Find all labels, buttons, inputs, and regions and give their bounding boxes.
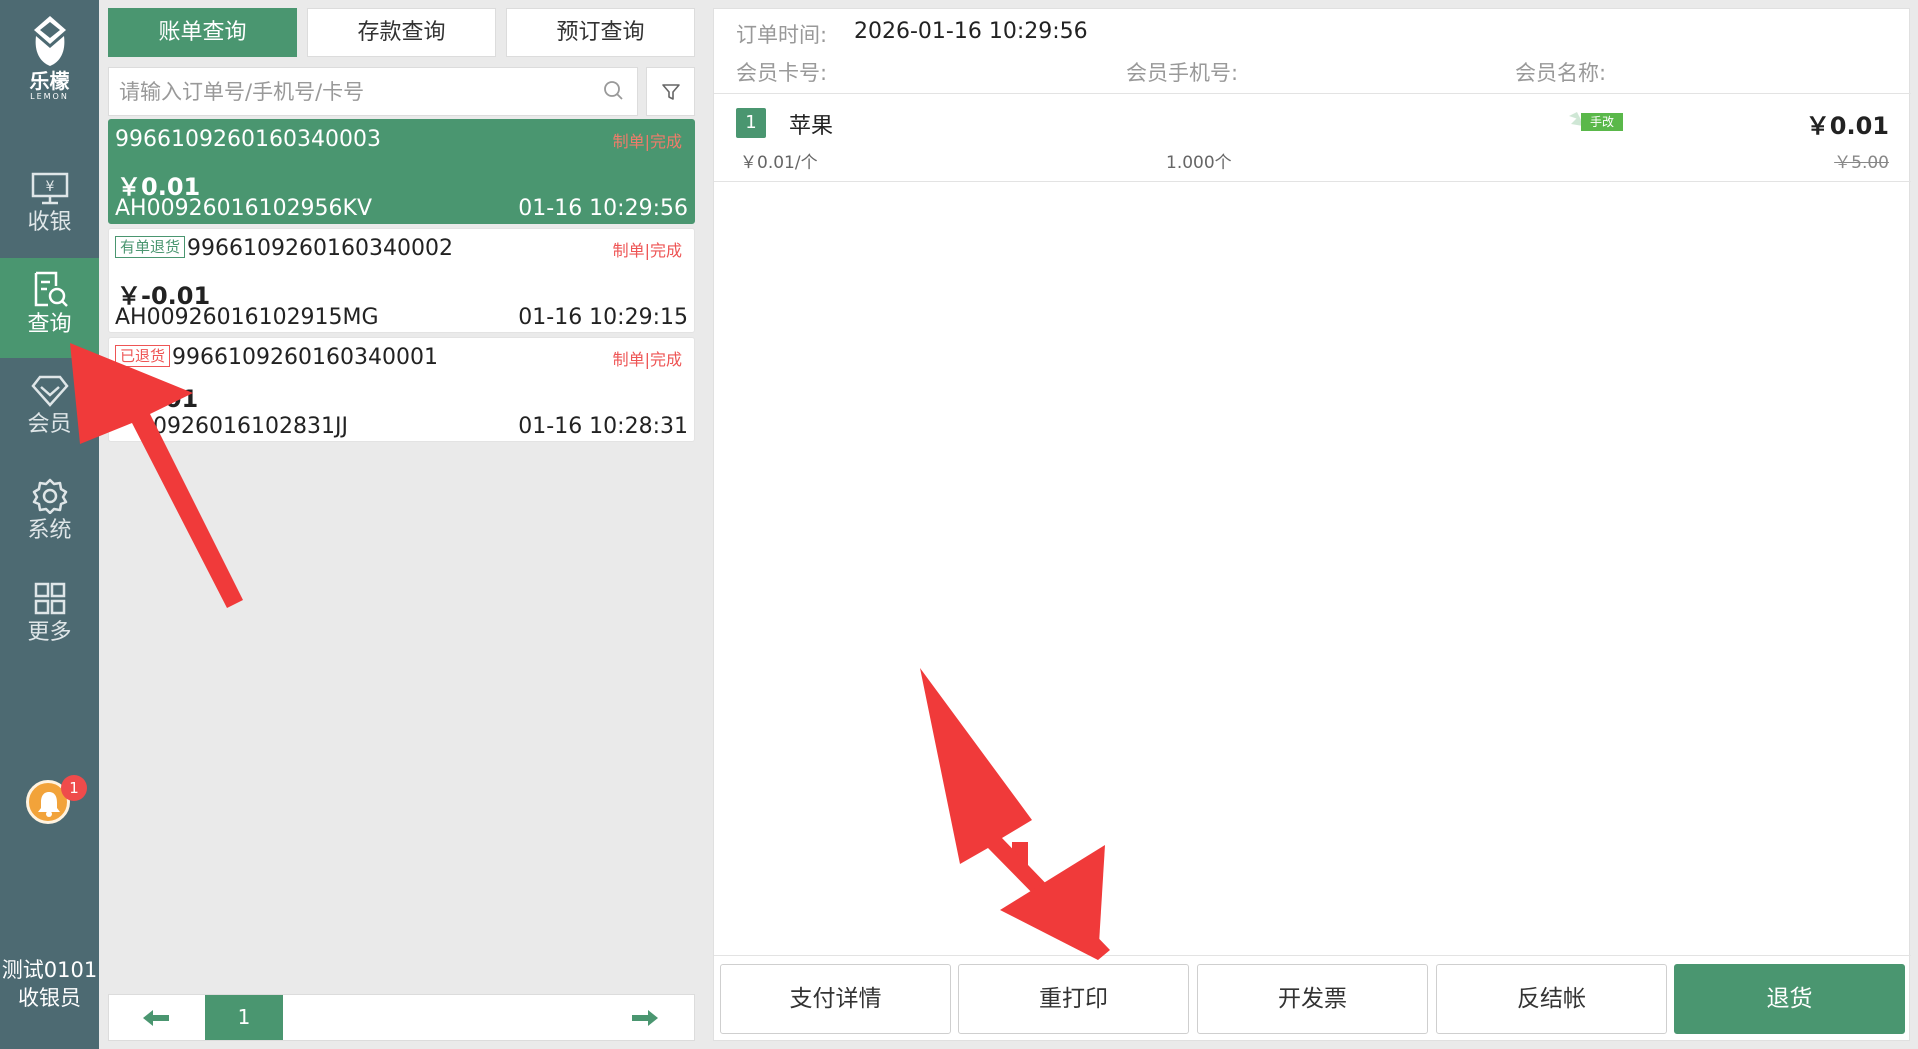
goods-total: ￥0.01 [1805, 112, 1889, 140]
tab-bill-query[interactable]: 账单查询 [108, 8, 297, 57]
order-number-row: 有单退货 9966109260160340002 [115, 235, 453, 263]
goods-quantity: 1.000个 [1166, 153, 1232, 173]
order-time: 01-16 10:28:31 [518, 414, 688, 439]
order-number-row: 已退货 9966109260160340001 [115, 344, 438, 372]
member-card-label: 会员卡号: [736, 61, 828, 85]
current-page[interactable]: 1 [205, 995, 283, 1040]
sidebar-item-label: 收银 [27, 210, 72, 235]
arrow-left-icon [143, 1010, 169, 1026]
member-name-label: 会员名称: [1515, 61, 1607, 85]
lemon-logo-icon [33, 16, 66, 66]
user-name: 测试0101 [1, 958, 98, 982]
grid-icon [34, 582, 65, 615]
sidebar-item-system[interactable]: 系统 [0, 466, 99, 566]
order-time-label: 订单时间: [736, 23, 828, 47]
user-role: 收银员 [18, 986, 81, 1010]
order-item[interactable]: 有单退货 9966109260160340002 制单|完成 ￥-0.01 AH0… [108, 228, 695, 333]
tab-deposit-query[interactable]: 存款查询 [307, 8, 496, 57]
svg-text:¥: ¥ [45, 179, 54, 195]
notification-badge: 1 [61, 775, 87, 801]
cash-register-icon: ¥ [31, 172, 68, 205]
order-status: 制单|完成 [612, 350, 682, 369]
pay-detail-button[interactable]: 支付详情 [720, 964, 951, 1034]
sidebar-item-label: 更多 [27, 620, 72, 645]
sidebar: 乐檬 LEMON ¥ 收银 查询 会员 系统 更多 1 测试0101 收银员 [0, 0, 99, 1049]
returned-badge: 已退货 [115, 345, 171, 367]
sidebar-item-query[interactable]: 查询 [0, 258, 99, 358]
goods-row[interactable]: 1 苹果 手改 ￥0.01 ￥0.01/个 1.000个 ￥5.00 [714, 94, 1911, 182]
divider [714, 955, 1911, 956]
order-number: 9966109260160340002 [187, 236, 453, 261]
filter-icon [662, 84, 680, 100]
sidebar-item-label: 系统 [27, 518, 72, 543]
app-logo: 乐檬 LEMON [0, 14, 99, 114]
order-item[interactable]: 已退货 9966109260160340001 制单|完成 0.01 009260… [108, 337, 695, 442]
order-time: 01-16 10:29:56 [518, 196, 688, 221]
user-info: 测试0101 收银员 [0, 956, 99, 1012]
order-time: 01-16 10:29:15 [518, 305, 688, 330]
member-phone-label: 会员手机号: [1126, 61, 1239, 85]
goods-original-price: ￥5.00 [1834, 153, 1889, 173]
order-code: AH00926016102915MG [115, 305, 379, 330]
filter-button[interactable] [646, 67, 695, 116]
search-icon[interactable] [603, 80, 625, 102]
reprint-button[interactable]: 重打印 [958, 964, 1189, 1034]
tab-reservation-query[interactable]: 预订查询 [506, 8, 695, 57]
notification-button[interactable]: 1 [26, 775, 87, 824]
query-icon [34, 271, 68, 307]
logo-text-en: LEMON [30, 92, 69, 101]
arrow-right-icon [632, 1010, 658, 1026]
return-goods-button[interactable]: 退货 [1674, 964, 1905, 1034]
search-input[interactable] [109, 68, 579, 115]
invoice-button[interactable]: 开发票 [1197, 964, 1428, 1034]
order-number: 9966109260160340003 [115, 127, 381, 152]
order-time-value: 2026-01-16 10:29:56 [854, 19, 1088, 44]
logo-text-cn: 乐檬 [29, 69, 70, 93]
goods-unit-price: ￥0.01/个 [740, 153, 818, 173]
order-code: 00926016102831JJ [139, 414, 348, 439]
order-number: 9966109260160340001 [172, 345, 438, 370]
sidebar-item-member[interactable]: 会员 [0, 362, 99, 462]
goods-name: 苹果 [789, 114, 834, 139]
diamond-icon [30, 375, 69, 407]
order-status: 制单|完成 [612, 241, 682, 260]
goods-index: 1 [736, 108, 766, 138]
order-code: AH00926016102956KV [115, 196, 373, 221]
order-amount: 0.01 [139, 385, 199, 413]
manual-price-tag-text: 手改 [1590, 115, 1614, 129]
partial-return-badge: 有单退货 [115, 236, 186, 258]
reverse-checkout-button[interactable]: 反结帐 [1436, 964, 1667, 1034]
sidebar-item-label: 会员 [27, 412, 72, 437]
order-detail-panel: 订单时间: 2026-01-16 10:29:56 会员卡号: 会员手机号: 会… [713, 8, 1911, 1041]
next-page-button[interactable] [598, 995, 694, 1040]
order-status: 制单|完成 [612, 132, 682, 151]
search-box [108, 67, 638, 116]
prev-page-button[interactable] [109, 995, 205, 1040]
sidebar-item-label: 查询 [27, 312, 72, 337]
gear-icon [32, 478, 67, 514]
bell-icon [38, 792, 60, 817]
pagination: 1 [108, 994, 695, 1041]
order-item[interactable]: 9966109260160340003 制单|完成 ￥0.01 AH009260… [108, 119, 695, 224]
sidebar-item-cashier[interactable]: ¥ 收银 [0, 160, 99, 260]
manual-price-tag-icon: 手改 [1569, 112, 1623, 131]
sidebar-item-more[interactable]: 更多 [0, 570, 99, 670]
